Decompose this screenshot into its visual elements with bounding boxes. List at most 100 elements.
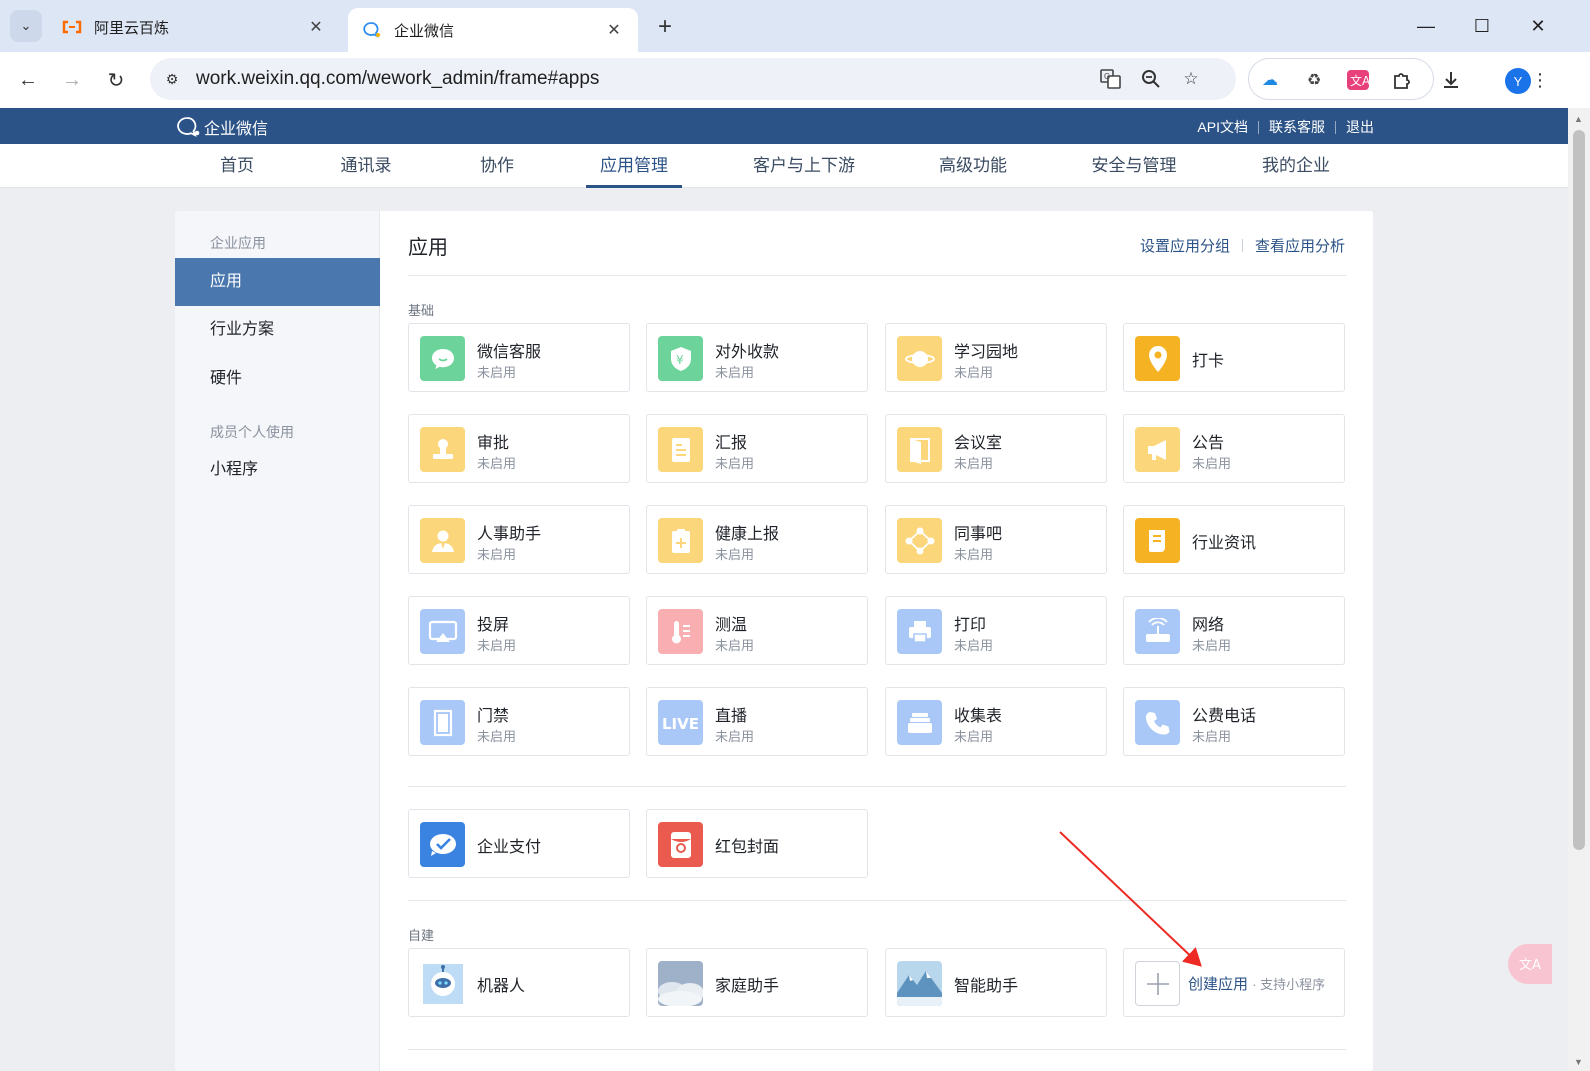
app-name: 会议室 — [954, 435, 1003, 452]
app-card[interactable]: 打印 未启用 — [885, 596, 1107, 665]
app-card[interactable]: LIVE 直播 未启用 — [646, 687, 868, 756]
app-status: 未启用 — [1192, 729, 1232, 744]
create-app-card[interactable]: 创建应用 · 支持小程序 — [1123, 948, 1345, 1017]
app-card[interactable]: 学习园地 未启用 — [885, 323, 1107, 392]
svg-text:LIVE: LIVE — [662, 715, 699, 733]
scroll-down-icon[interactable]: ▼ — [1574, 1057, 1583, 1067]
bookmark-star-icon[interactable]: ☆ — [1178, 67, 1204, 91]
nav-contacts[interactable]: 通讯录 — [330, 144, 402, 188]
zoom-icon[interactable] — [1138, 67, 1164, 91]
app-card[interactable]: 企业支付 — [408, 809, 630, 878]
tab-aliyun[interactable]: 阿里云百炼 ✕ — [48, 9, 340, 45]
set-app-group-link[interactable]: 设置应用分组 — [1140, 235, 1230, 256]
nav-home[interactable]: 首页 — [206, 144, 268, 188]
app-status: 未启用 — [715, 638, 755, 653]
logout-link[interactable]: 退出 — [1346, 117, 1374, 137]
sidebar-item-hardware[interactable]: 硬件 — [175, 355, 380, 403]
back-arrow-icon[interactable]: ← — [12, 64, 44, 96]
top-links: API文档 联系客服 退出 — [1197, 117, 1374, 137]
scroll-thumb[interactable] — [1573, 130, 1585, 850]
reload-icon[interactable]: ↻ — [100, 64, 132, 96]
nav-app-management[interactable]: 应用管理 — [586, 144, 682, 188]
app-card[interactable]: 公告 未启用 — [1123, 414, 1345, 483]
planet-icon — [897, 336, 942, 381]
app-card[interactable]: 汇报 未启用 — [646, 414, 868, 483]
app-card[interactable]: 行业资讯 — [1123, 505, 1345, 574]
nav-collaboration[interactable]: 协作 — [466, 144, 528, 188]
network-nodes-icon — [897, 518, 942, 563]
nav-customers[interactable]: 客户与上下游 — [748, 144, 860, 188]
wework-admin-page: 企业微信 API文档 联系客服 退出 首页 通讯录 协作 应用管理 客户与上下游… — [0, 108, 1568, 1071]
app-name: 行业资讯 — [1192, 535, 1257, 552]
translate-page-icon[interactable]: G — [1098, 67, 1124, 91]
app-name: 投屏 — [477, 617, 510, 634]
address-url[interactable]: work.weixin.qq.com/wework_admin/frame#ap… — [196, 68, 599, 90]
svg-text:¥: ¥ — [676, 353, 684, 367]
contact-support-link[interactable]: 联系客服 — [1269, 117, 1325, 137]
phone-icon — [1135, 700, 1180, 745]
nav-security[interactable]: 安全与管理 — [1086, 144, 1182, 188]
site-settings-icon[interactable]: ⚙ — [160, 67, 184, 91]
view-app-analytics-link[interactable]: 查看应用分析 — [1255, 235, 1345, 256]
app-name: 微信客服 — [477, 344, 542, 361]
app-card[interactable]: 人事助手 未启用 — [408, 505, 630, 574]
app-card[interactable]: 机器人 — [408, 948, 630, 1017]
robot-icon — [420, 961, 465, 1006]
tab-close-icon[interactable]: ✕ — [604, 20, 624, 40]
app-card[interactable]: 微信客服 未启用 — [408, 323, 630, 392]
yuan-shield-icon: ¥ — [658, 336, 703, 381]
profile-avatar[interactable]: Y — [1505, 68, 1531, 94]
maximize-icon[interactable]: ☐ — [1460, 10, 1504, 42]
app-card[interactable]: 网络 未启用 — [1123, 596, 1345, 665]
page-scrollbar[interactable]: ▲ ▼ — [1568, 108, 1590, 1071]
divider — [408, 900, 1346, 901]
nav-advanced[interactable]: 高级功能 — [932, 144, 1014, 188]
app-card[interactable]: 智能助手 — [885, 948, 1107, 1017]
divider — [1258, 120, 1259, 134]
new-tab-plus-icon[interactable]: + — [650, 12, 680, 42]
app-name: 同事吧 — [954, 526, 1003, 543]
sidebar-item-apps[interactable]: 应用 — [175, 258, 380, 306]
address-bar[interactable]: ⚙ work.weixin.qq.com/wework_admin/frame#… — [150, 58, 1236, 100]
app-card[interactable]: 家庭助手 — [646, 948, 868, 1017]
scroll-up-icon[interactable]: ▲ — [1574, 114, 1583, 124]
nav-my-enterprise[interactable]: 我的企业 — [1255, 144, 1337, 188]
tab-close-icon[interactable]: ✕ — [306, 17, 326, 37]
app-name: 打印 — [954, 617, 987, 634]
gate-icon — [420, 700, 465, 745]
create-app-text: 创建应用 — [1188, 976, 1249, 993]
translate-extension-icon[interactable]: 文A — [1345, 68, 1371, 92]
sidebar-item-mini-program[interactable]: 小程序 — [175, 446, 380, 494]
top-band: 企业微信 API文档 联系客服 退出 — [0, 108, 1568, 144]
app-card[interactable]: 投屏 未启用 — [408, 596, 630, 665]
app-card[interactable]: 红包封面 — [646, 809, 868, 878]
browser-toolbar: ← → ↻ ⚙ work.weixin.qq.com/wework_admin/… — [0, 52, 1590, 108]
app-card[interactable]: 测温 未启用 — [646, 596, 868, 665]
download-icon[interactable] — [1437, 66, 1465, 94]
app-card[interactable]: 审批 未启用 — [408, 414, 630, 483]
cloud-extension-icon[interactable]: ☁ — [1257, 68, 1283, 92]
report-icon — [658, 427, 703, 472]
app-card[interactable]: 公费电话 未启用 — [1123, 687, 1345, 756]
app-card[interactable]: 收集表 未启用 — [885, 687, 1107, 756]
minimize-icon[interactable]: — — [1404, 10, 1448, 42]
close-window-icon[interactable]: ✕ — [1516, 10, 1560, 42]
recycle-extension-icon[interactable]: ♻ — [1301, 68, 1327, 92]
floating-translate-icon[interactable]: 文A — [1508, 944, 1552, 984]
browser-tab-bar: ⌄ 阿里云百炼 ✕ 企业微信 ✕ + — ☐ ✕ — [0, 0, 1590, 52]
brand[interactable]: 企业微信 — [176, 115, 268, 139]
forward-arrow-icon[interactable]: → — [56, 64, 88, 96]
app-card[interactable]: 门禁 未启用 — [408, 687, 630, 756]
tab-search-chevron-icon[interactable]: ⌄ — [10, 10, 42, 42]
tab-title: 企业微信 — [394, 22, 455, 40]
app-card[interactable]: 同事吧 未启用 — [885, 505, 1107, 574]
app-card[interactable]: 会议室 未启用 — [885, 414, 1107, 483]
app-card[interactable]: 打卡 — [1123, 323, 1345, 392]
app-status: 未启用 — [954, 547, 994, 562]
api-docs-link[interactable]: API文档 — [1197, 117, 1248, 137]
app-card[interactable]: ¥ 对外收款 未启用 — [646, 323, 868, 392]
sidebar-item-industry-solutions[interactable]: 行业方案 — [175, 306, 380, 354]
puzzle-extension-icon[interactable] — [1389, 68, 1415, 92]
tab-wework[interactable]: 企业微信 ✕ — [348, 8, 638, 52]
app-card[interactable]: 健康上报 未启用 — [646, 505, 868, 574]
